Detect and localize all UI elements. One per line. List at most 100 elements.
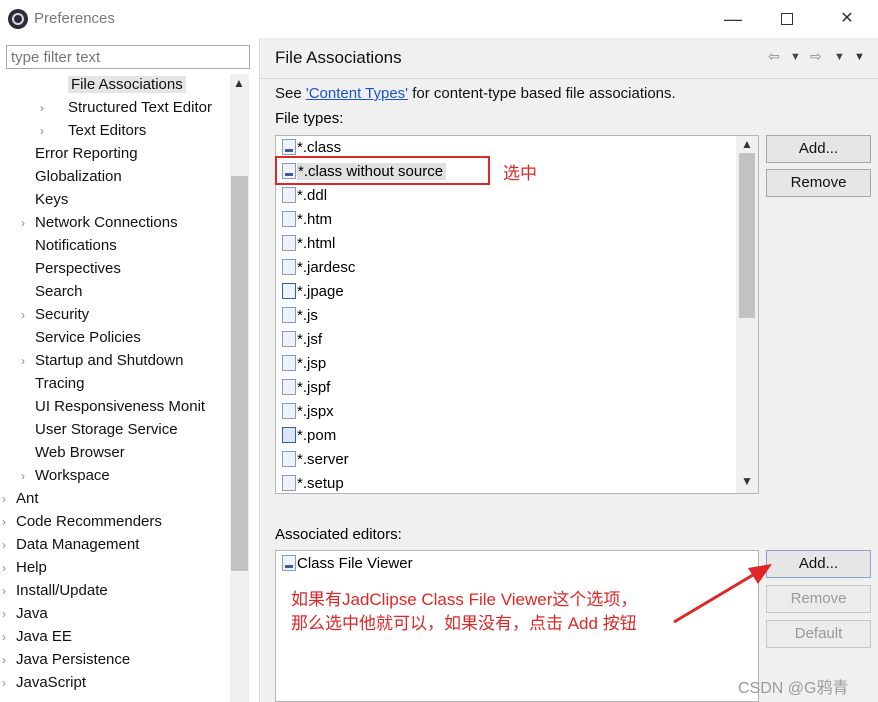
tree-item[interactable]: Search [33,281,83,304]
editor-add-button[interactable]: Add... [766,550,871,578]
chevron-right-icon[interactable]: › [21,212,31,234]
chevron-right-icon[interactable]: › [2,511,12,533]
tree-item[interactable]: › Security [21,304,89,327]
jsp-file-icon [282,379,296,395]
file-type-row[interactable]: *.pom [282,425,336,447]
maven-pom-icon [282,427,296,443]
file-types-scroll-thumb[interactable] [739,153,755,318]
tree-item-label: Service Policies [35,329,141,346]
file-type-row[interactable]: *.setup [282,473,344,493]
tree-item[interactable]: › Install/Update [2,580,108,603]
file-types-scrollbar[interactable]: ▲ ▼ [736,136,758,493]
tree-item[interactable]: File Associations [52,74,186,97]
tree-item[interactable]: › Java EE [2,626,72,649]
tree-item-label: Help [16,559,47,576]
java-page-icon [282,283,296,299]
close-button[interactable]: ✕ [834,6,860,32]
eclipse-icon [8,9,28,29]
file-type-row[interactable]: *.js [282,305,318,327]
desc-prefix: See [275,85,306,102]
content-types-link[interactable]: 'Content Types' [306,85,408,102]
minimize-button[interactable]: — [720,6,746,32]
file-type-label: *.jsf [297,331,323,348]
chevron-right-icon[interactable]: › [21,350,31,372]
chevron-right-icon[interactable]: › [2,534,12,556]
tree-item[interactable]: › Structured Text Editor [40,97,212,120]
editor-row[interactable]: Class File Viewer [282,553,413,575]
file-type-row[interactable]: *.server [282,449,349,471]
file-type-row[interactable]: *.ddl [282,185,327,207]
jardesc-file-icon [282,259,296,275]
chevron-right-icon[interactable]: › [2,557,12,579]
chevron-right-icon[interactable]: › [2,649,12,671]
tree-scrollbar[interactable]: ▲ [230,74,249,702]
file-type-remove-button[interactable]: Remove [766,169,871,197]
file-type-add-button[interactable]: Add... [766,135,871,163]
scroll-up-icon[interactable]: ▲ [741,137,753,151]
tree-item-label: Ant [16,490,39,507]
tree-item[interactable]: › JavaScript [2,672,87,695]
tree-item-label: Web Browser [35,444,125,461]
tree-item[interactable]: Keys [33,189,68,212]
file-type-label: *.js [297,307,318,324]
tree-item[interactable]: Service Policies [33,327,141,350]
tree-item[interactable]: › Help [2,557,47,580]
file-type-row[interactable]: *.jsf [282,329,322,351]
chevron-right-icon[interactable]: › [2,580,12,602]
server-file-icon [282,451,296,467]
forward-dropdown-icon[interactable]: ▼ [834,51,845,63]
tree-item[interactable]: › Startup and Shutdown [21,350,183,373]
tree-scroll-thumb[interactable] [231,176,248,571]
tree-item[interactable]: UI Responsiveness Monit [33,396,205,419]
back-dropdown-icon[interactable]: ▼ [790,51,801,63]
back-arrow-icon[interactable]: ⇦ [768,48,780,65]
filter-input[interactable] [6,45,250,69]
file-type-row[interactable]: *.jspf [282,377,330,399]
file-type-row[interactable]: *.jpage [282,281,344,303]
tree-item[interactable]: Notifications [33,235,117,258]
forward-arrow-icon[interactable]: ⇨ [810,48,822,65]
file-type-row[interactable]: *.jsp [282,353,326,375]
tree-item[interactable]: › Workspace [21,465,110,488]
tree-item[interactable]: › Network Connections [21,212,178,235]
tree-item-label: JavaScript [16,674,87,691]
tree-item[interactable]: › Java Persistence [2,649,131,672]
tree-item[interactable]: › Code Recommenders [2,511,162,534]
tree-item[interactable]: › Ant [2,488,39,511]
tree-item[interactable]: Globalization [33,166,122,189]
maximize-button[interactable] [774,6,800,32]
tree-item-label: Search [35,283,83,300]
tree-item[interactable]: › Text Editors [40,120,146,143]
tree-item[interactable]: Web Browser [33,442,125,465]
chevron-right-icon[interactable]: › [2,603,12,625]
tree-item[interactable]: › Data Management [2,534,139,557]
tree-item[interactable]: User Storage Service [33,419,178,442]
file-type-label: *.ddl [297,187,328,204]
chevron-right-icon[interactable]: › [2,672,12,694]
scroll-down-icon[interactable]: ▼ [741,474,753,488]
tree-item-label: Java EE [16,628,72,645]
tree-item[interactable]: Tracing [33,373,84,396]
class-file-icon [282,139,296,155]
file-type-row[interactable]: *.htm [282,209,332,231]
chevron-right-icon[interactable]: › [40,120,50,142]
file-type-row[interactable]: *.html [282,233,335,255]
file-types-list[interactable]: ▲ ▼ *.class *.class without source *.ddl *.… [275,135,759,494]
tree-item[interactable]: › Java [2,603,48,626]
chevron-right-icon[interactable]: › [2,626,12,648]
tree-item-label: Keys [35,191,69,208]
tree-item[interactable]: Error Reporting [33,143,138,166]
tree-item-label: Java Persistence [16,651,131,668]
file-type-row[interactable]: *.jardesc [282,257,355,279]
file-type-row[interactable]: *.jspx [282,401,334,423]
tree-item-label: Java [16,605,48,622]
file-type-label: *.class [297,139,342,156]
tree-item[interactable]: Perspectives [33,258,121,281]
chevron-right-icon[interactable]: › [21,304,31,326]
chevron-right-icon[interactable]: › [2,488,12,510]
tree-item-label: Error Reporting [35,145,138,162]
chevron-right-icon[interactable]: › [21,465,31,487]
scroll-up-icon[interactable]: ▲ [233,76,245,90]
view-menu-icon[interactable]: ▼ [854,51,865,63]
chevron-right-icon[interactable]: › [40,97,50,119]
